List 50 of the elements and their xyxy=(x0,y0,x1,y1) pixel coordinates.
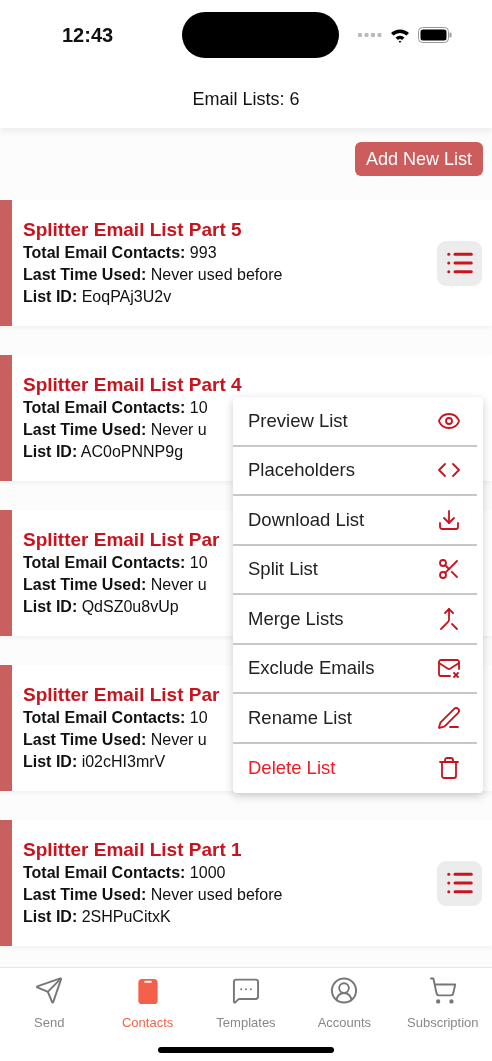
trash-icon xyxy=(437,756,461,781)
pencil-icon xyxy=(437,705,461,730)
download-icon xyxy=(437,507,461,532)
status-time: 12:43 xyxy=(62,23,115,47)
list-id: List ID: 2SHPuCitxK xyxy=(23,907,172,927)
list-id: List ID: EoqPAj3U2v xyxy=(23,287,173,307)
contacts-count: Total Email Contacts: 10 xyxy=(23,708,209,728)
last-used: Last Time Used: Never u xyxy=(23,730,208,750)
list-id: List ID: i02cHI3mrV xyxy=(23,752,167,772)
chat-bubble-icon xyxy=(231,976,261,1005)
list-menu-button[interactable] xyxy=(437,240,482,286)
list-title: Splitter Email List Par xyxy=(23,529,220,551)
list-title: Splitter Email List Part 1 xyxy=(23,839,243,861)
menu-item[interactable]: Merge Lists xyxy=(233,595,477,645)
contacts-count: Total Email Contacts: 1000 xyxy=(23,863,227,883)
page-title: Email Lists: 6 xyxy=(192,88,300,110)
wifi-icon xyxy=(390,27,410,43)
battery-icon xyxy=(418,27,452,43)
menu-item[interactable]: Delete List xyxy=(233,743,477,793)
menu-item[interactable]: Rename List xyxy=(233,694,477,744)
scissors-icon xyxy=(437,557,461,582)
list-title: Splitter Email List Part 5 xyxy=(23,219,243,241)
last-used: Last Time Used: Never u xyxy=(23,575,208,595)
menu-item[interactable]: Exclude Emails xyxy=(233,644,477,694)
contacts-count: Total Email Contacts: 993 xyxy=(23,243,218,263)
list-id: List ID: QdSZ0u8vUp xyxy=(23,597,180,617)
list-title: Splitter Email List Part 4 xyxy=(23,374,242,396)
menu-item[interactable]: Preview List xyxy=(233,397,477,447)
tab-item[interactable]: Templates xyxy=(196,976,296,1030)
add-list-button[interactable]: Add New List xyxy=(354,142,483,176)
tab-item[interactable]: Accounts xyxy=(295,976,394,1030)
contacts-count: Total Email Contacts: 10 xyxy=(23,553,209,573)
list-title: Splitter Email List Par xyxy=(23,684,220,706)
user-circle-icon xyxy=(329,976,360,1005)
merge-icon xyxy=(437,606,461,631)
signal-icon xyxy=(358,33,382,37)
list-menu-button[interactable] xyxy=(437,860,482,906)
contacts-count: Total Email Contacts: 10 xyxy=(23,398,209,418)
cart-icon xyxy=(427,976,458,1005)
last-used: Last Time Used: Never u xyxy=(23,420,208,440)
menu-item[interactable]: Placeholders xyxy=(233,446,477,496)
tab-item[interactable]: Send xyxy=(0,976,99,1030)
mail-x-icon xyxy=(437,656,461,681)
menu-item[interactable]: Split List xyxy=(233,545,477,595)
paper-plane-icon xyxy=(34,976,65,1005)
menu-item[interactable]: Download List xyxy=(233,496,477,546)
tab-item[interactable]: Subscription xyxy=(393,976,492,1030)
list-id: List ID: AC0oPNNP9g xyxy=(23,442,185,462)
last-used: Last Time Used: Never used before xyxy=(23,885,283,905)
last-used: Last Time Used: Never used before xyxy=(23,265,283,285)
